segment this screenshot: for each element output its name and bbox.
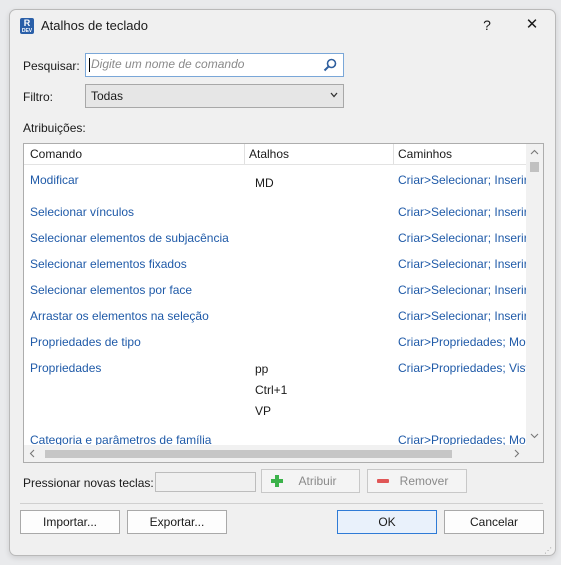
resize-grip-icon[interactable]: ⋰ <box>544 547 553 555</box>
path-cell: Criar>Selecionar; Inserir <box>398 257 526 271</box>
horizontal-scrollbar[interactable] <box>24 445 526 462</box>
command-cell: Selecionar elementos de subjacência <box>30 231 229 245</box>
app-icon-letter: R <box>23 18 31 28</box>
ok-button[interactable]: OK <box>337 510 437 534</box>
search-label: Pesquisar: <box>23 59 80 73</box>
path-cell: Criar>Propriedades; Vist <box>398 361 526 375</box>
vertical-scrollbar[interactable] <box>526 144 543 446</box>
press-keys-input[interactable] <box>155 472 256 492</box>
path-cell: Criar>Selecionar; Inserir <box>398 205 526 219</box>
shortcut-cell: pp <box>255 362 269 376</box>
table-row[interactable]: Selecionar elementos de subjacência Cria… <box>24 224 526 250</box>
scrollbar-corner <box>526 445 543 462</box>
search-box[interactable] <box>85 53 344 77</box>
table-row[interactable]: Categoria e parâmetros de família Criar>… <box>24 426 526 446</box>
assign-button[interactable]: Atribuir <box>261 469 360 493</box>
remove-button-label: Remover <box>399 474 449 488</box>
chevron-right-icon[interactable] <box>514 449 520 458</box>
shortcut-cell: Ctrl+1 <box>255 383 288 397</box>
column-header-paths[interactable]: Caminhos <box>398 147 452 161</box>
title-bar[interactable]: R DEV Atalhos de teclado ? ✕ <box>10 10 555 42</box>
table-body: Modificar MD Criar>Selecionar; Inserir S… <box>24 165 526 446</box>
filter-label: Filtro: <box>23 90 53 104</box>
horizontal-scroll-thumb[interactable] <box>45 450 452 458</box>
search-icon[interactable] <box>323 58 337 72</box>
plus-icon <box>271 475 283 487</box>
path-cell: Criar>Selecionar; Inserir <box>398 309 526 323</box>
search-input[interactable] <box>88 56 317 72</box>
dialog-title: Atalhos de teclado <box>41 18 148 33</box>
keyboard-shortcuts-dialog: R DEV Atalhos de teclado ? ✕ Pesquisar: … <box>9 9 556 556</box>
chevron-down-icon <box>330 92 338 98</box>
command-cell: Propriedades de tipo <box>30 335 141 349</box>
shortcuts-table[interactable]: Comando Atalhos Caminhos Modificar MD Cr… <box>23 143 544 463</box>
filter-selected-value: Todas <box>91 89 124 103</box>
chevron-left-icon[interactable] <box>29 449 35 458</box>
assignments-label: Atribuições: <box>23 121 86 135</box>
shortcut-cell: VP <box>255 404 272 418</box>
path-cell: Criar>Selecionar; Inserir <box>398 173 526 187</box>
filter-select[interactable]: Todas <box>85 84 344 108</box>
remove-button[interactable]: Remover <box>367 469 467 493</box>
export-button[interactable]: Exportar... <box>127 510 227 534</box>
column-divider[interactable] <box>244 144 245 164</box>
help-button[interactable]: ? <box>476 14 498 36</box>
command-cell: Propriedades <box>30 361 102 375</box>
app-icon-sub: DEV <box>21 28 33 34</box>
column-header-command[interactable]: Comando <box>30 147 82 161</box>
shortcut-cell: MD <box>255 176 274 190</box>
divider <box>20 503 543 504</box>
path-cell: Criar>Propriedades; Mo <box>398 335 526 349</box>
column-header-shortcuts[interactable]: Atalhos <box>249 147 289 161</box>
assign-button-label: Atribuir <box>298 474 337 488</box>
table-row[interactable]: Selecionar vínculos Criar>Selecionar; In… <box>24 198 526 224</box>
cancel-button[interactable]: Cancelar <box>444 510 544 534</box>
table-row[interactable]: Selecionar elementos fixados Criar>Selec… <box>24 250 526 276</box>
press-keys-label: Pressionar novas teclas: <box>23 476 154 490</box>
column-divider[interactable] <box>393 144 394 164</box>
app-icon: R DEV <box>20 18 34 34</box>
command-cell: Selecionar elementos fixados <box>30 257 187 271</box>
command-cell: Arrastar os elementos na seleção <box>30 309 209 323</box>
minus-icon <box>377 479 389 483</box>
import-button[interactable]: Importar... <box>20 510 120 534</box>
table-row[interactable]: Propriedades pp Ctrl+1 VP Criar>Propried… <box>24 354 526 426</box>
chevron-down-icon[interactable] <box>530 433 539 439</box>
command-cell: Selecionar vínculos <box>30 205 135 219</box>
command-cell: Modificar <box>30 173 79 187</box>
path-cell: Criar>Selecionar; Inserir <box>398 231 526 245</box>
table-row[interactable]: Modificar MD Criar>Selecionar; Inserir <box>24 165 526 198</box>
table-header: Comando Atalhos Caminhos <box>24 144 526 165</box>
command-cell: Selecionar elementos por face <box>30 283 193 297</box>
close-button[interactable]: ✕ <box>520 14 544 36</box>
table-row[interactable]: Selecionar elementos por face Criar>Sele… <box>24 276 526 302</box>
path-cell: Criar>Selecionar; Inserir <box>398 283 526 297</box>
chevron-up-icon[interactable] <box>530 149 539 155</box>
table-row[interactable]: Propriedades de tipo Criar>Propriedades;… <box>24 328 526 354</box>
table-row[interactable]: Arrastar os elementos na seleção Criar>S… <box>24 302 526 328</box>
vertical-scroll-thumb[interactable] <box>530 162 539 172</box>
